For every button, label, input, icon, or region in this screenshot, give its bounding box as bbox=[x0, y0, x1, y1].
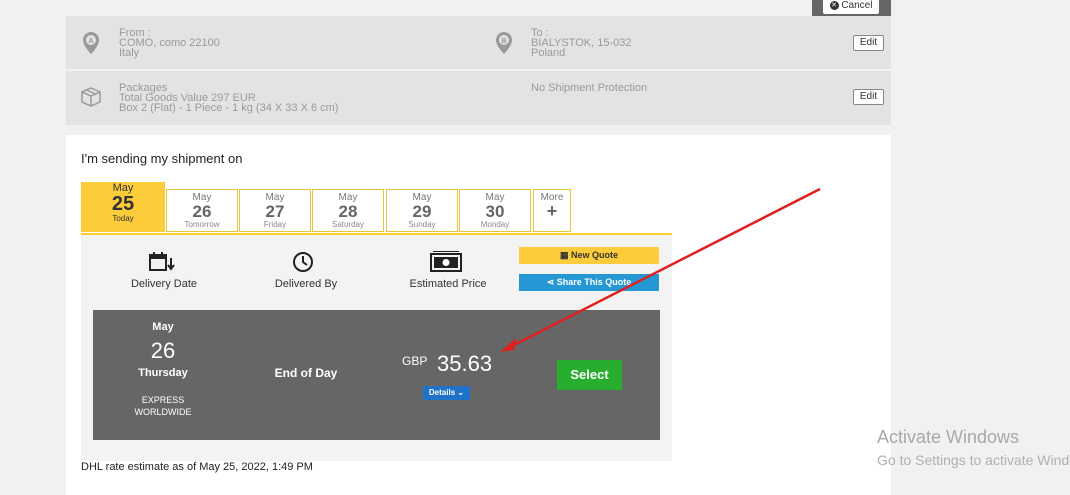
tab-date-25[interactable]: May 25 Today bbox=[81, 182, 165, 232]
banknote-icon bbox=[430, 251, 462, 272]
annotation-arrow bbox=[500, 187, 821, 352]
from-country: Italy bbox=[119, 47, 140, 59]
rate-estimate-note: DHL rate estimate as of May 25, 2022, 1:… bbox=[81, 461, 313, 473]
packages-block: Packages Total Goods Value 297 EUR Box 2… bbox=[119, 83, 339, 114]
tab-date-28[interactable]: May 28 Saturday bbox=[312, 189, 384, 232]
svg-text:A: A bbox=[88, 38, 93, 45]
close-circle-icon: ✕ bbox=[829, 0, 839, 10]
delivery-date-header: Delivery Date bbox=[130, 278, 198, 290]
tab-date-29[interactable]: May 29 Sunday bbox=[386, 189, 458, 232]
map-pin-b-icon: B bbox=[496, 32, 512, 54]
details-button[interactable]: Details ⌄ bbox=[423, 386, 470, 400]
svg-text:B: B bbox=[501, 38, 506, 45]
activate-windows-title: Activate Windows bbox=[877, 427, 1020, 447]
result-delivered-by: End of Day bbox=[274, 366, 338, 380]
box-description: Box 2 (Flat) - 1 Piece - 1 kg (34 X 33 X… bbox=[119, 102, 339, 114]
clock-icon bbox=[293, 252, 313, 272]
page-title: I'm sending my shipment on bbox=[81, 151, 243, 166]
tab-date-27[interactable]: May 27 Friday bbox=[239, 189, 311, 232]
map-pin-a-icon: A bbox=[83, 32, 99, 54]
tab-date-26[interactable]: May 26 Tomorrow bbox=[166, 189, 238, 232]
edit-packages-button[interactable]: Edit bbox=[853, 89, 884, 105]
to-block: To : BIALYSTOK, 15-032 Poland bbox=[531, 28, 631, 59]
cancel-button[interactable]: ✕ Cancel bbox=[823, 0, 879, 14]
select-button[interactable]: Select bbox=[557, 360, 622, 390]
delivered-by-header: Delivered By bbox=[274, 278, 338, 290]
edit-address-button[interactable]: Edit bbox=[853, 35, 884, 51]
to-country: Poland bbox=[531, 47, 566, 59]
price-value: 35.63 bbox=[437, 351, 493, 376]
shipment-protection: No Shipment Protection bbox=[531, 82, 648, 94]
package-box-icon bbox=[81, 87, 101, 107]
activate-windows-subtitle: Go to Settings to activate Windows. bbox=[877, 452, 1070, 468]
chevron-down-icon: ⌄ bbox=[457, 388, 465, 397]
estimated-price-header: Estimated Price bbox=[409, 278, 487, 290]
result-date: May 26 Thursday EXPRESS WORLDWIDE bbox=[134, 321, 192, 417]
price-currency: GBP bbox=[402, 354, 428, 368]
calendar-icon bbox=[149, 252, 175, 271]
from-block: From : COMO, como 22100 Italy bbox=[119, 28, 220, 59]
